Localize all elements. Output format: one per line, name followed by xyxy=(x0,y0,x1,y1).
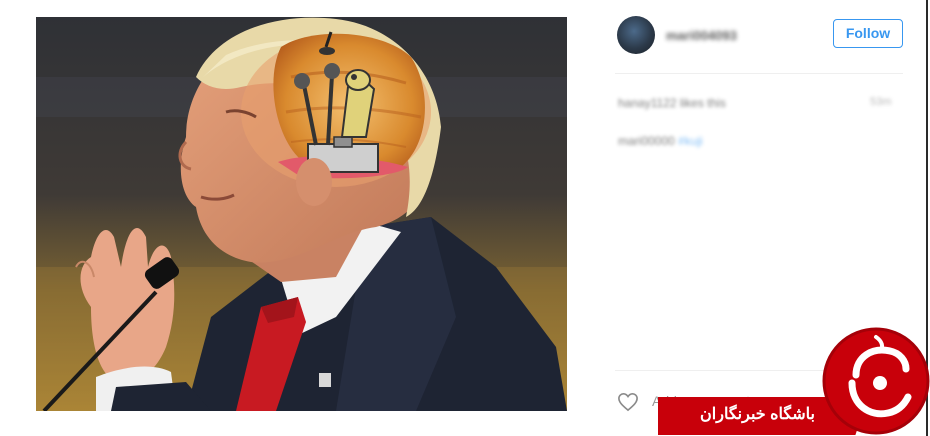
follow-button[interactable]: Follow xyxy=(833,19,903,48)
likes-text: hanay1122 likes this xyxy=(618,96,726,110)
post-image[interactable] xyxy=(36,17,567,411)
post-time: 53m xyxy=(870,96,892,108)
comment-username[interactable]: mari00000 xyxy=(618,134,675,148)
comment-item: mari00000 #kuji xyxy=(618,134,703,148)
heart-icon[interactable] xyxy=(617,392,639,412)
username-link[interactable]: mari004093 xyxy=(666,28,737,43)
watermark-logo-icon xyxy=(822,327,930,435)
header-divider xyxy=(615,73,903,74)
comment-hashtag[interactable]: #kuji xyxy=(678,134,703,148)
avatar[interactable] xyxy=(617,16,655,54)
